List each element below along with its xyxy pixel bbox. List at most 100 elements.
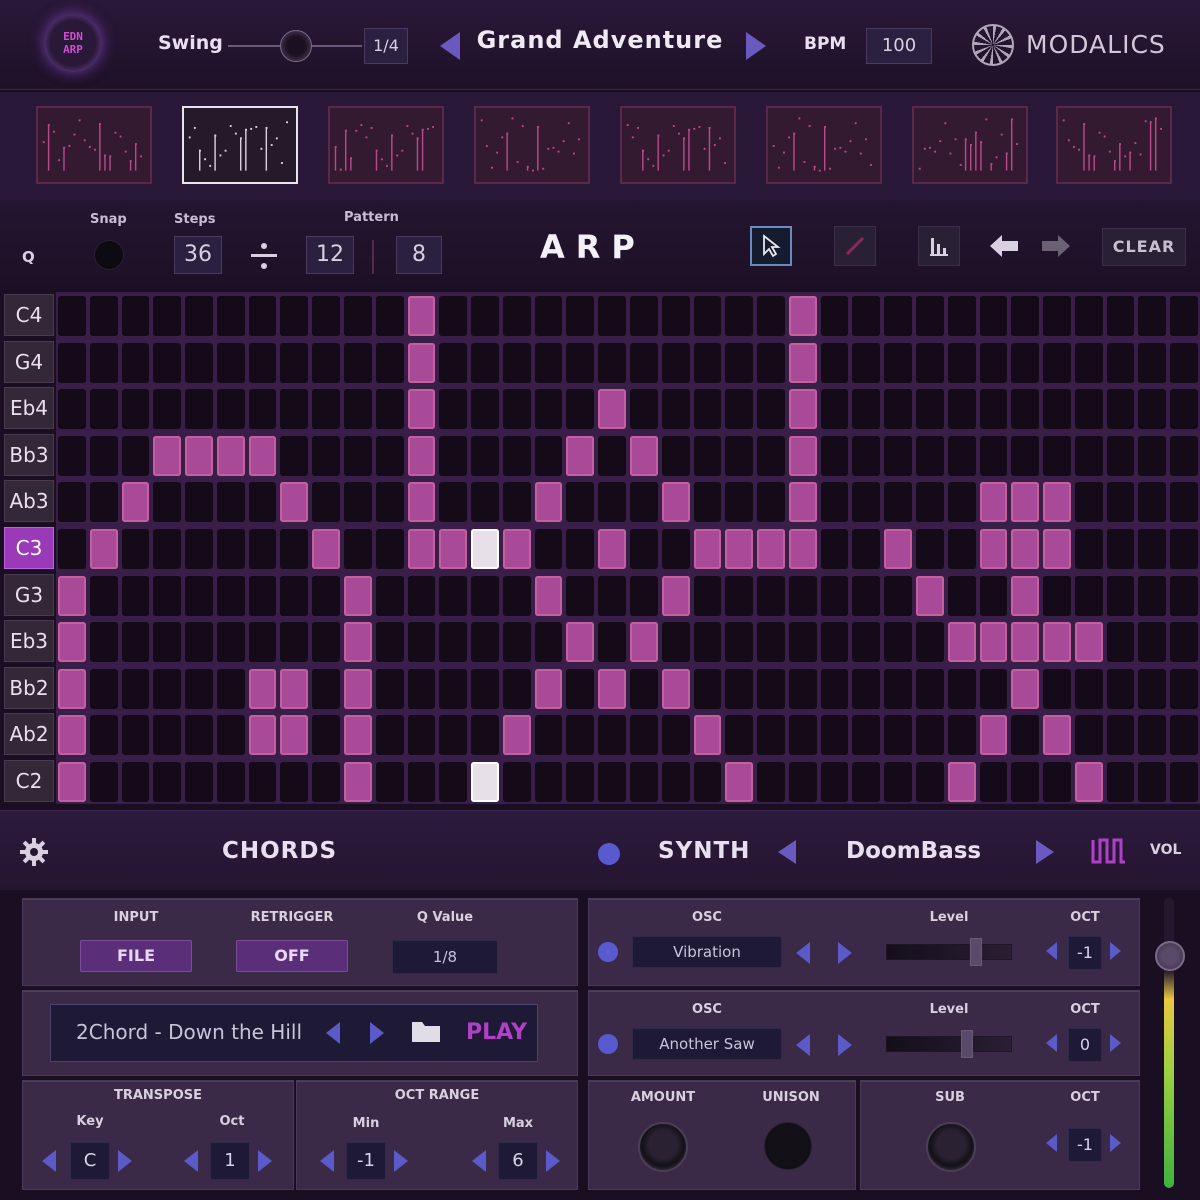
step-cell[interactable] <box>248 575 277 616</box>
step-cell[interactable] <box>757 435 785 476</box>
step-cell[interactable] <box>979 762 1008 802</box>
step-cell[interactable] <box>1043 296 1071 336</box>
step-cell[interactable] <box>439 296 468 336</box>
step-cell[interactable] <box>312 762 340 802</box>
step-cell[interactable] <box>248 762 277 802</box>
step-cell[interactable] <box>852 575 881 616</box>
step-cell[interactable] <box>248 482 277 523</box>
step-cell[interactable] <box>1138 389 1167 430</box>
step-cell[interactable] <box>58 389 86 430</box>
step-cell[interactable] <box>916 575 944 616</box>
step-cell[interactable] <box>248 389 277 430</box>
step-cell[interactable] <box>884 529 912 569</box>
step-cell[interactable] <box>1106 715 1135 756</box>
step-cell[interactable] <box>216 529 245 569</box>
step-cell[interactable] <box>757 715 785 756</box>
step-cell[interactable] <box>693 296 722 336</box>
step-cell[interactable] <box>1170 668 1198 709</box>
step-cell[interactable] <box>884 622 912 663</box>
step-cell[interactable] <box>884 389 912 430</box>
step-cell[interactable] <box>312 342 340 383</box>
step-cell[interactable] <box>312 296 340 336</box>
pattern-thumbnail[interactable] <box>620 106 736 184</box>
oct-increment-icon[interactable] <box>258 1150 272 1172</box>
step-cell[interactable] <box>439 668 468 709</box>
step-cell[interactable] <box>344 668 372 709</box>
step-cell[interactable] <box>630 668 658 709</box>
step-cell[interactable] <box>216 342 245 383</box>
synth-preset-next-icon[interactable] <box>1036 840 1054 864</box>
unison-toggle[interactable] <box>764 1122 812 1170</box>
step-cell[interactable] <box>344 435 372 476</box>
step-cell[interactable] <box>788 668 817 709</box>
step-cell[interactable] <box>185 575 213 616</box>
sub-knob[interactable] <box>926 1122 976 1172</box>
step-cell[interactable] <box>534 575 563 616</box>
step-cell[interactable] <box>439 389 468 430</box>
preset-next-icon[interactable] <box>746 32 766 60</box>
retrigger-button[interactable]: OFF <box>236 940 348 972</box>
step-cell[interactable] <box>1074 668 1103 709</box>
step-cell[interactable] <box>788 762 817 802</box>
step-cell[interactable] <box>216 482 245 523</box>
volume-fader-thumb[interactable] <box>1155 941 1185 971</box>
step-cell[interactable] <box>757 482 785 523</box>
note-label-eb4[interactable]: Eb4 <box>4 387 54 430</box>
step-cell[interactable] <box>248 296 277 336</box>
step-cell[interactable] <box>725 296 754 336</box>
step-cell[interactable] <box>757 668 785 709</box>
step-cell[interactable] <box>185 715 213 756</box>
snap-toggle[interactable] <box>94 240 124 270</box>
note-label-c3[interactable]: C3 <box>4 527 54 569</box>
step-cell[interactable] <box>216 622 245 663</box>
step-cell[interactable] <box>788 622 817 663</box>
pattern-thumbnail[interactable] <box>36 106 152 184</box>
step-cell[interactable] <box>884 668 912 709</box>
step-cell[interactable] <box>1074 435 1103 476</box>
synth-preset-name[interactable]: DoomBass <box>846 838 981 864</box>
step-cell[interactable] <box>1074 762 1103 802</box>
step-cell[interactable] <box>534 342 563 383</box>
step-cell[interactable] <box>280 342 309 383</box>
step-cell[interactable] <box>947 715 976 756</box>
preset-name[interactable]: Grand Adventure <box>470 26 730 54</box>
step-cell[interactable] <box>439 435 468 476</box>
step-cell[interactable] <box>312 575 340 616</box>
step-cell[interactable] <box>185 762 213 802</box>
step-cell[interactable] <box>1074 715 1103 756</box>
step-cell[interactable] <box>630 762 658 802</box>
step-cell[interactable] <box>216 762 245 802</box>
step-cell[interactable] <box>344 715 372 756</box>
step-cell[interactable] <box>439 575 468 616</box>
step-cell[interactable] <box>312 622 340 663</box>
velocity-tool-button[interactable] <box>918 226 960 266</box>
step-cell[interactable] <box>725 529 754 569</box>
step-cell[interactable] <box>852 715 881 756</box>
step-cell[interactable] <box>344 762 372 802</box>
osc1-oct-increment-icon[interactable] <box>1110 942 1121 960</box>
step-cell[interactable] <box>1170 389 1198 430</box>
step-cell[interactable] <box>502 296 531 336</box>
step-cell[interactable] <box>375 575 404 616</box>
step-cell[interactable] <box>693 715 722 756</box>
step-cell[interactable] <box>757 529 785 569</box>
step-cell[interactable] <box>375 482 404 523</box>
step-cell[interactable] <box>534 668 563 709</box>
step-cell[interactable] <box>757 342 785 383</box>
step-cell[interactable] <box>407 296 436 336</box>
step-cell[interactable] <box>820 389 849 430</box>
step-cell[interactable] <box>121 715 150 756</box>
note-label-ab2[interactable]: Ab2 <box>4 713 54 756</box>
step-cell[interactable] <box>89 622 118 663</box>
note-label-c4[interactable]: C4 <box>4 294 54 336</box>
step-cell[interactable] <box>916 482 944 523</box>
step-cell[interactable] <box>121 296 150 336</box>
step-cell[interactable] <box>598 529 626 569</box>
step-cell[interactable] <box>58 762 86 802</box>
step-cell[interactable] <box>89 342 118 383</box>
step-cell[interactable] <box>820 296 849 336</box>
step-cell[interactable] <box>820 762 849 802</box>
step-cell[interactable] <box>566 389 595 430</box>
step-cell[interactable] <box>153 529 182 569</box>
step-cell[interactable] <box>1138 435 1167 476</box>
